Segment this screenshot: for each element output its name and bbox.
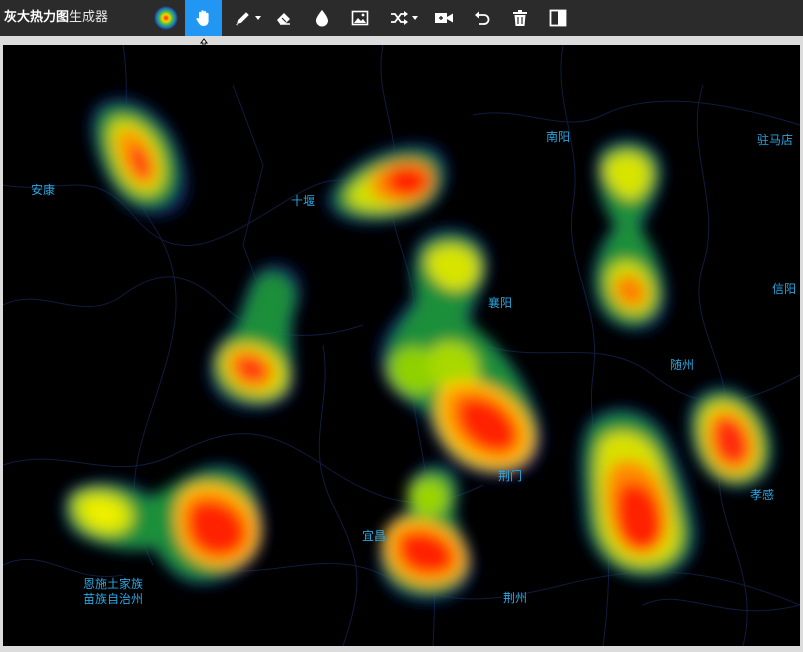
map-svg <box>3 45 800 646</box>
drop-button[interactable] <box>308 0 336 36</box>
map-label-jingmen: 荆门 <box>498 469 523 483</box>
shuffle-dropdown-caret <box>411 16 418 20</box>
map-label-yichang: 宜昌 <box>362 529 387 543</box>
heat-blob <box>61 462 266 586</box>
map-label-nanyang: 南阳 <box>546 130 571 144</box>
app-title-bold: 灰大热力图 <box>4 10 70 25</box>
hand-pan-icon <box>195 10 209 26</box>
heat-blob <box>325 142 450 226</box>
trash-icon <box>513 10 527 26</box>
drop-icon <box>316 10 328 27</box>
gradient-icon <box>154 6 178 30</box>
brush-button[interactable] <box>229 0 265 36</box>
shuffle-button[interactable] <box>385 0 421 36</box>
map-label-shiyan: 十堰 <box>291 194 316 208</box>
image-button[interactable] <box>346 0 374 36</box>
app-title: 灰大热力图生成器 <box>4 9 108 26</box>
record-button[interactable] <box>430 0 458 36</box>
record-icon <box>435 13 453 23</box>
undo-button[interactable] <box>468 0 496 36</box>
app-title-sub: 生成器 <box>69 10 109 25</box>
split-view-button[interactable] <box>544 0 572 36</box>
brush-icon <box>235 12 249 26</box>
image-icon <box>351 10 369 26</box>
undo-icon <box>475 11 490 25</box>
top-toolbar: 灰大热力图生成器 <box>0 0 803 36</box>
map-label-xiaogan: 孝感 <box>750 488 775 502</box>
map-label-suizhou: 随州 <box>670 358 695 372</box>
map-label-ankang: 安康 <box>31 183 56 197</box>
heat-blob <box>377 462 475 604</box>
heat-blob <box>686 385 775 490</box>
map-label-zhumadian: 驻马店 <box>757 133 794 147</box>
map-label-xiangyang: 襄阳 <box>488 296 513 310</box>
trash-button[interactable] <box>506 0 534 36</box>
heat-blob <box>206 262 303 412</box>
eraser-button[interactable] <box>270 0 298 36</box>
heat-blob <box>578 406 699 581</box>
map-label-xinyang: 信阳 <box>772 282 797 296</box>
heat-layer <box>61 96 775 604</box>
brush-dropdown-caret <box>254 16 261 20</box>
gradient-button[interactable] <box>152 0 180 36</box>
map-label-enshi-line2: 苗族自治州 <box>83 592 144 606</box>
hand-pan-button[interactable] <box>185 0 222 36</box>
split-view-icon <box>549 9 567 27</box>
eraser-icon <box>277 13 290 25</box>
heat-blob <box>590 137 670 333</box>
shuffle-icon <box>390 11 408 25</box>
heat-blob <box>377 226 545 479</box>
map-label-jingzhou: 荆州 <box>503 591 528 605</box>
heatmap-canvas[interactable]: 安康 十堰 南阳 驻马店 襄阳 信阳 随州 荆门 孝感 宜昌 恩施土家族 苗族自… <box>3 45 800 646</box>
map-label-enshi-line1: 恩施土家族 <box>83 577 144 591</box>
heat-blob <box>88 96 189 218</box>
